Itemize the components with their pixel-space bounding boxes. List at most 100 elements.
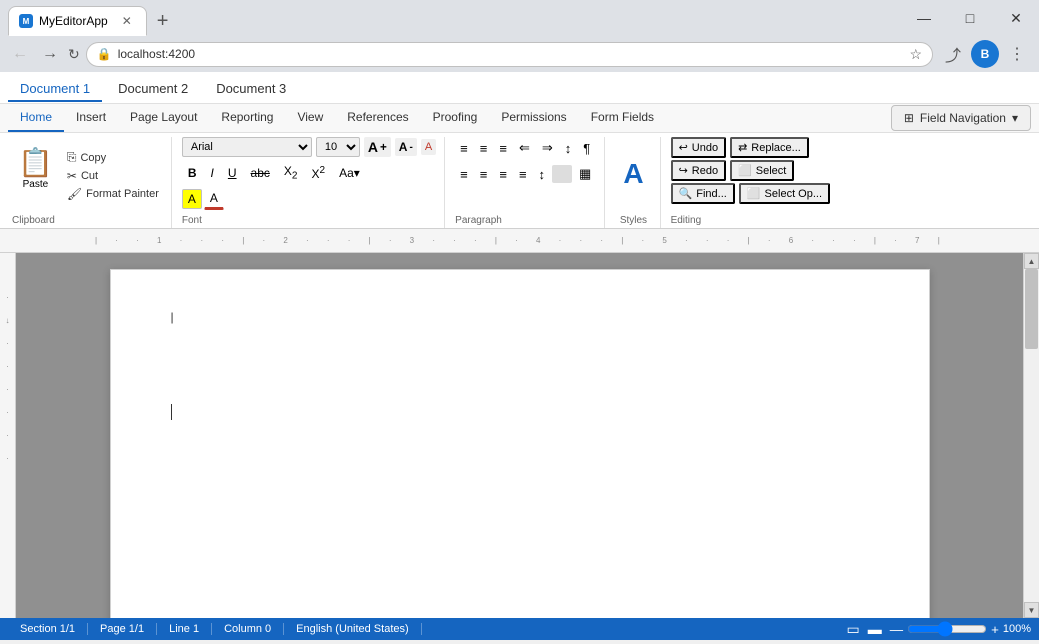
browser-tab[interactable]: M MyEditorApp ✕ (8, 6, 147, 36)
field-nav-btn[interactable]: ⊞ Field Navigation ▾ (891, 105, 1031, 131)
strikethrough-btn[interactable]: abc (245, 163, 276, 183)
tab-strip: M MyEditorApp ✕ + (0, 0, 176, 36)
case-btn[interactable]: Aa▾ (333, 163, 366, 183)
zoom-in-btn[interactable]: + (991, 622, 999, 637)
doc-tab-2[interactable]: Document 2 (106, 77, 200, 102)
bullets-btn[interactable]: ≡ (455, 138, 473, 159)
page-status: Page 1/1 (88, 623, 157, 635)
underline-btn[interactable]: U (222, 163, 243, 183)
window-controls: — □ ✕ (901, 2, 1039, 34)
field-nav-container: ⊞ Field Navigation ▾ (891, 105, 1031, 131)
select-all-btn[interactable]: ⬜ Select Op... (739, 183, 830, 204)
document-scroll[interactable]: | (16, 253, 1023, 618)
styles-group: A Styles (607, 137, 660, 228)
vertical-scrollbar[interactable]: ▲ ▼ (1023, 253, 1039, 618)
address-bar[interactable]: 🔒 localhost:4200 ☆ (86, 42, 933, 67)
multilevel-btn[interactable]: ≡ (494, 138, 512, 159)
back-btn[interactable]: ← (8, 42, 32, 66)
format-painter-btn[interactable]: 🖌 Format Painter (63, 186, 163, 202)
italic-btn[interactable]: I (205, 163, 220, 183)
increase-indent-btn[interactable]: ⇒ (537, 137, 558, 159)
font-name-select[interactable]: Arial (182, 137, 312, 157)
profile-btn[interactable]: B (971, 40, 999, 68)
show-marks-btn[interactable]: ¶ (578, 138, 595, 159)
doc-tab-3[interactable]: Document 3 (204, 77, 298, 102)
new-tab-btn[interactable]: + (149, 10, 177, 33)
minimize-btn[interactable]: — (901, 2, 947, 34)
horizontal-ruler: |··1···|·2···|·3···|·4···|·5···|·6···|·7… (0, 229, 1039, 253)
justify-btn[interactable]: ≡ (514, 164, 532, 185)
scroll-down-btn[interactable]: ▼ (1024, 602, 1039, 618)
scroll-up-btn[interactable]: ▲ (1024, 253, 1039, 269)
scrollbar-thumb[interactable] (1025, 269, 1038, 349)
zoom-slider[interactable] (907, 621, 987, 637)
layout-icon-2[interactable]: ▬ (868, 621, 882, 637)
select-btn[interactable]: ⬜ Select (730, 160, 794, 181)
clear-format-btn[interactable]: A (421, 139, 436, 155)
borders-btn[interactable]: ▦ (574, 163, 596, 185)
redo-btn[interactable]: ↪ Redo (671, 160, 727, 181)
para-row-1: ≡ ≡ ≡ ⇐ ⇒ ↕ ¶ (455, 137, 595, 159)
font-color-btn[interactable]: A (204, 188, 224, 210)
ribbon: Home Insert Page Layout Reporting View R… (0, 104, 1039, 229)
close-btn[interactable]: ✕ (993, 2, 1039, 34)
scrollbar-track[interactable] (1024, 269, 1039, 602)
maximize-btn[interactable]: □ (947, 2, 993, 34)
zoom-controls: — + 100% (890, 621, 1031, 637)
subscript-btn[interactable]: X2 (278, 161, 304, 184)
browser-menu-btn[interactable]: ⋮ (1003, 40, 1031, 68)
extensions-btn[interactable]: ⤴ (939, 40, 967, 68)
highlight-color-btn[interactable]: A (182, 189, 202, 209)
styles-btn[interactable]: A (615, 156, 651, 192)
sort-btn[interactable]: ↕ (560, 138, 577, 159)
align-right-btn[interactable]: ≡ (494, 164, 512, 185)
ribbon-tab-home[interactable]: Home (8, 104, 64, 132)
reload-btn[interactable]: ↻ (68, 46, 80, 63)
clipboard-sub-btns: ⎘ Copy ✂ Cut 🖌 Format Painter (63, 145, 163, 202)
font-size-select[interactable]: 10 (316, 137, 360, 157)
decrease-indent-btn[interactable]: ⇐ (514, 137, 535, 159)
tab-close-btn[interactable]: ✕ (122, 14, 132, 28)
ribbon-tab-insert[interactable]: Insert (64, 104, 118, 132)
doc-tab-1[interactable]: Document 1 (8, 77, 102, 102)
cut-btn[interactable]: ✂ Cut (63, 168, 163, 184)
bold-btn[interactable]: B (182, 163, 203, 183)
shrink-font-btn[interactable]: A- (395, 138, 417, 156)
replace-btn[interactable]: ⇄ Replace... (730, 137, 809, 158)
ribbon-tab-view[interactable]: View (285, 104, 335, 132)
editing-row-3: 🔍 Find... ⬜ Select Op... (671, 183, 830, 204)
line-status: Line 1 (157, 623, 212, 635)
layout-icon-1[interactable]: ▭ (847, 621, 860, 638)
ribbon-tab-reporting[interactable]: Reporting (209, 104, 285, 132)
font-row-1: Arial 10 A+ A- A (182, 137, 436, 157)
para-row-2: ≡ ≡ ≡ ≡ ↕ ▦ (455, 163, 596, 185)
cut-icon: ✂ (67, 169, 77, 183)
find-btn[interactable]: 🔍 Find... (671, 183, 735, 204)
zoom-out-btn[interactable]: — (890, 622, 903, 637)
line-spacing-btn[interactable]: ↕ (534, 164, 551, 185)
vertical-ruler: ·↓······ (0, 253, 16, 618)
align-center-btn[interactable]: ≡ (475, 164, 493, 185)
align-left-btn[interactable]: ≡ (455, 164, 473, 185)
ribbon-tab-formfields[interactable]: Form Fields (579, 104, 666, 132)
text-cursor (171, 404, 172, 420)
format-painter-label: Format Painter (86, 188, 159, 200)
ribbon-tab-references[interactable]: References (335, 104, 420, 132)
paste-icon: 📋 (18, 149, 53, 177)
shading-btn[interactable] (552, 165, 572, 183)
grow-font-btn[interactable]: A+ (364, 137, 391, 157)
ribbon-tab-proofing[interactable]: Proofing (421, 104, 490, 132)
ribbon-tab-pagelayout[interactable]: Page Layout (118, 104, 209, 132)
styles-group-label: Styles (620, 215, 647, 226)
undo-btn[interactable]: ↩ Undo (671, 137, 727, 158)
ribbon-tab-permissions[interactable]: Permissions (489, 104, 578, 132)
numbering-btn[interactable]: ≡ (475, 138, 493, 159)
document-page[interactable]: | (110, 269, 930, 618)
copy-btn[interactable]: ⎘ Copy (63, 149, 163, 166)
bookmark-icon[interactable]: ☆ (909, 46, 922, 63)
forward-btn[interactable]: → (38, 42, 62, 66)
editing-group: ↩ Undo ⇄ Replace... ↪ Redo ⬜ Select 🔍 Fi… (663, 137, 838, 228)
cut-label: Cut (81, 170, 98, 182)
paste-btn[interactable]: 📋 Paste (12, 145, 59, 194)
superscript-btn[interactable]: X2 (305, 162, 331, 184)
